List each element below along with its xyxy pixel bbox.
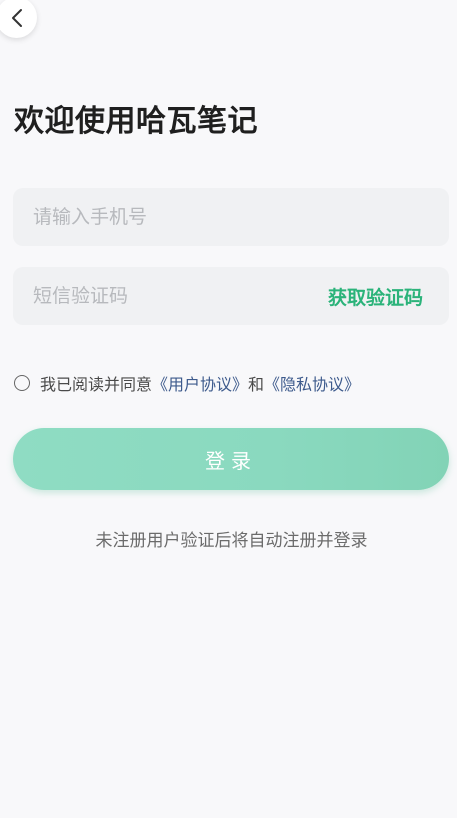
page-title: 欢迎使用哈瓦笔记: [14, 104, 258, 139]
auto-register-hint: 未注册用户验证后将自动注册并登录: [95, 531, 368, 551]
get-code-button[interactable]: 获取验证码: [328, 283, 423, 310]
agreement-and: 和: [248, 375, 265, 394]
agreement-prefix: 我已阅读并同意: [40, 375, 153, 394]
login-button[interactable]: 登录: [13, 428, 449, 490]
privacy-agreement-link[interactable]: 《隐私协议》: [264, 371, 360, 395]
agreement-checkbox[interactable]: [14, 375, 30, 391]
chevron-left-icon: [10, 8, 24, 28]
code-field: 获取验证码: [13, 267, 449, 325]
back-button[interactable]: [0, 0, 37, 38]
phone-input[interactable]: [13, 188, 449, 246]
agreement-row: 我已阅读并同意 《用户协议》 和 《隐私协议》: [14, 372, 360, 394]
user-agreement-link[interactable]: 《用户协议》: [152, 371, 248, 395]
phone-field: [13, 188, 449, 246]
